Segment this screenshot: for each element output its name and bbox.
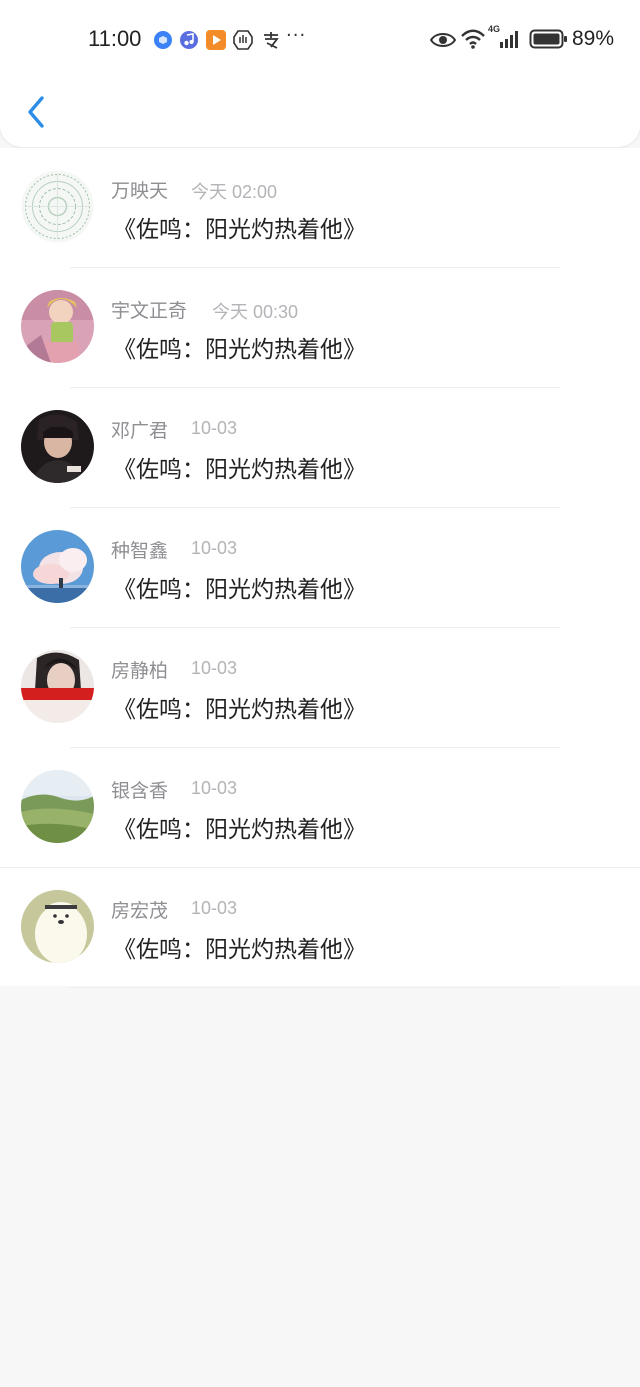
avatar[interactable] <box>21 530 94 603</box>
status-time: 11:00 <box>88 26 142 51</box>
post-time: 10-03 <box>191 898 238 918</box>
post-time: 10-03 <box>191 778 238 798</box>
comment-list: 万映天 今天 02:00 《佐鸣：阳光灼热着他》 宇文正奇 今天 00:30 《… <box>0 148 640 988</box>
post-time: 10-03 <box>191 538 238 558</box>
list-item[interactable]: 万映天 今天 02:00 《佐鸣：阳光灼热着他》 <box>0 148 640 268</box>
user-name: 邓广君 <box>111 420 169 442</box>
battery-icon <box>529 29 567 49</box>
user-name: 银含香 <box>111 780 169 802</box>
work-title[interactable]: 《佐鸣：阳光灼热着他》 <box>113 330 366 364</box>
status-bar: 11:00 ··· 4G 89% <box>0 18 640 62</box>
avatar[interactable] <box>21 290 94 363</box>
list-item[interactable]: 银含香 10-03 《佐鸣：阳光灼热着他》 <box>0 748 640 868</box>
signal-icon <box>500 31 518 48</box>
post-time: 10-03 <box>191 418 238 438</box>
user-name: 房宏茂 <box>111 900 169 922</box>
alipay-icon <box>264 32 279 49</box>
user-name: 房静柏 <box>111 660 169 682</box>
user-name: 宇文正奇 <box>111 300 188 322</box>
more-notifications: ··· <box>286 25 307 46</box>
work-title[interactable]: 《佐鸣：阳光灼热着他》 <box>113 450 366 484</box>
work-title[interactable]: 《佐鸣：阳光灼热着他》 <box>113 930 366 964</box>
list-item[interactable]: 种智鑫 10-03 《佐鸣：阳光灼热着他》 <box>0 508 640 628</box>
battery-percent: 89% <box>572 27 615 50</box>
list-item[interactable]: 房静柏 10-03 《佐鸣：阳光灼热着他》 <box>0 628 640 748</box>
hand-shield-icon <box>233 30 253 50</box>
top-bar: 11:00 ··· 4G 89% <box>0 0 640 147</box>
avatar[interactable] <box>21 650 94 723</box>
wifi-icon <box>461 29 485 49</box>
avatar[interactable] <box>21 770 94 843</box>
post-time: 10-03 <box>191 658 238 678</box>
work-title[interactable]: 《佐鸣：阳光灼热着他》 <box>113 570 366 604</box>
video-app-icon <box>206 30 226 50</box>
avatar[interactable] <box>21 890 94 963</box>
avatar[interactable] <box>21 170 94 243</box>
user-name: 万映天 <box>111 180 169 202</box>
list-item[interactable]: 邓广君 10-03 《佐鸣：阳光灼热着他》 <box>0 388 640 508</box>
work-title[interactable]: 《佐鸣：阳光灼热着他》 <box>113 810 366 844</box>
post-time: 今天 00:30 <box>212 302 299 322</box>
list-item[interactable]: 宇文正奇 今天 00:30 《佐鸣：阳光灼热着他》 <box>0 268 640 388</box>
music-app-icon <box>180 31 198 49</box>
divider <box>70 987 560 988</box>
back-button[interactable] <box>18 92 52 132</box>
list-item[interactable]: 房宏茂 10-03 《佐鸣：阳光灼热着他》 <box>0 868 640 988</box>
app-icon-blue-cube <box>154 31 172 49</box>
chevron-left-icon <box>28 96 44 128</box>
work-title[interactable]: 《佐鸣：阳光灼热着他》 <box>113 690 366 724</box>
post-time: 今天 02:00 <box>191 182 278 202</box>
work-title[interactable]: 《佐鸣：阳光灼热着他》 <box>113 210 366 244</box>
user-name: 种智鑫 <box>111 540 169 562</box>
avatar[interactable] <box>21 410 94 483</box>
eye-icon <box>430 33 456 47</box>
